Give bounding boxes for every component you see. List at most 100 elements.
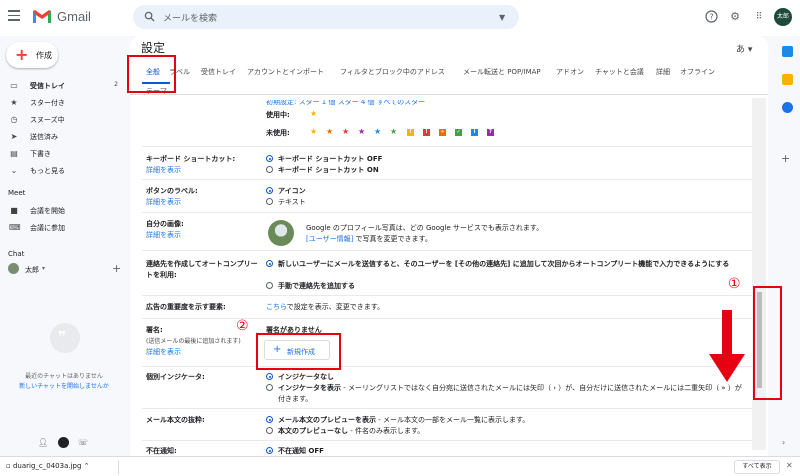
keyboard-shortcuts-label: キーボード ショートカット: [146, 155, 236, 163]
show-snippets-radio[interactable] [266, 416, 273, 423]
chat-heading: Chat [8, 250, 25, 258]
sidebar-item-start-meeting[interactable]: ■ 会議を開始 [0, 203, 128, 220]
learn-more-link[interactable]: 詳細を表示 [146, 347, 181, 357]
keyboard-on-radio[interactable] [266, 166, 273, 173]
vacation-off-radio[interactable] [266, 447, 273, 454]
main-menu-icon[interactable] [8, 10, 20, 22]
guillemet-icon[interactable]: » [439, 129, 446, 136]
sidebar-item-snoozed[interactable]: ◷ スヌーズ中 [0, 112, 128, 129]
show-indicators-radio[interactable] [266, 384, 273, 391]
learn-more-link[interactable]: 詳細を表示 [146, 230, 181, 240]
video-icon: ■ [10, 206, 18, 215]
avatar[interactable]: 太郎 [774, 8, 792, 26]
tab-inbox[interactable]: 受信トレイ [201, 67, 236, 77]
calendar-icon[interactable] [782, 46, 793, 57]
no-indicators-label: インジケータなし [278, 373, 334, 381]
annotation-two: ② [236, 318, 249, 334]
sidebar-item-drafts[interactable]: ▤ 下書き [0, 146, 128, 163]
tasks-icon[interactable] [782, 102, 793, 113]
keyboard-off-radio[interactable] [266, 155, 273, 162]
tab-offline[interactable]: オフライン [680, 67, 715, 77]
importance-settings-link[interactable]: こちら [266, 303, 287, 311]
text-label: テキスト [278, 198, 306, 206]
sidebar-item-starred[interactable]: ★ スター付き [0, 95, 128, 112]
my-picture-label: 自分の画像: [146, 220, 184, 228]
search-input[interactable]: メールを検索 [163, 11, 217, 24]
snippets-label: メール本文の抜粋: [146, 416, 205, 424]
star-icon[interactable]: ★ [342, 127, 349, 136]
inbox-icon: ▭ [10, 81, 18, 90]
star-icon[interactable]: ★ [374, 127, 381, 136]
importance-note: で設定を表示、変更できます。 [286, 303, 385, 311]
no-indicators-radio[interactable] [266, 373, 273, 380]
profile-change-note: で写真を変更できます。 [353, 235, 432, 243]
no-snippets-desc: - 件名のみ表示します。 [348, 427, 425, 435]
show-all-downloads-button[interactable]: すべて表示 [734, 460, 780, 474]
compose-button[interactable]: + 作成 [6, 42, 58, 68]
about-me-link[interactable]: [ユーザー情報] [306, 235, 353, 243]
search-bar[interactable]: メールを検索 ▼ [133, 5, 519, 29]
phone-icon[interactable]: ☏ [78, 438, 88, 447]
learn-more-link[interactable]: 詳細を表示 [146, 165, 181, 175]
chat-bubble-icon[interactable] [58, 437, 69, 448]
tab-chat-meet[interactable]: チャットと会議 [595, 67, 644, 77]
bang-icon[interactable]: ! [423, 129, 430, 136]
search-options-icon[interactable]: ▼ [499, 13, 505, 22]
downloaded-file[interactable]: ▫ duarig_c_0403a.jpg ⌃ [6, 462, 90, 470]
divider [142, 179, 752, 180]
tab-addons[interactable]: アドオン [556, 67, 584, 77]
divider [142, 440, 752, 441]
input-tools-button[interactable]: あ ▾ [736, 42, 752, 55]
close-icon[interactable]: ✕ [786, 461, 793, 470]
keyboard-on-label: キーボード ショートカット ON [278, 166, 379, 174]
personal-indicators-label: 個別インジケータ: [146, 373, 205, 381]
star-icon[interactable]: ★ [310, 127, 317, 136]
bang-icon[interactable]: ! [407, 129, 414, 136]
start-new-chat-link[interactable]: 新しいチャットを開始しませんか [0, 381, 128, 390]
search-icon[interactable] [144, 11, 155, 22]
sidebar-item-inbox[interactable]: ▭ 受信トレイ 2 [0, 78, 128, 95]
keep-icon[interactable] [782, 74, 793, 85]
info-icon[interactable]: i [471, 129, 478, 136]
star-icon[interactable]: ★ [390, 127, 397, 136]
star-icon[interactable]: ★ [358, 127, 365, 136]
person-icon[interactable]: 👤︎ [38, 438, 48, 447]
profile-picture[interactable] [268, 220, 294, 246]
button-labels-label: ボタンのラベル: [146, 187, 198, 195]
add-addon-plus-icon[interactable]: + [781, 152, 790, 165]
divider [142, 318, 752, 319]
no-snippets-title: 本文のプレビューなし [278, 427, 348, 435]
text-radio[interactable] [266, 198, 273, 205]
learn-more-link[interactable]: 詳細を表示 [146, 197, 181, 207]
star-icon[interactable]: ★ [326, 127, 333, 136]
tab-filters[interactable]: フィルタとブロック中のアドレス [340, 67, 445, 77]
sidebar-item-sent[interactable]: ➤ 送信済み [0, 129, 128, 146]
autocomplete-auto-radio[interactable] [266, 260, 273, 267]
apps-grid-icon[interactable]: ⠿ [752, 10, 766, 24]
chat-avatar [8, 263, 19, 274]
chevron-right-icon[interactable]: › [782, 438, 785, 447]
sidebar-item-label: 受信トレイ [30, 82, 65, 90]
tab-advanced[interactable]: 詳細 [656, 67, 670, 77]
gear-icon[interactable]: ⚙ [728, 10, 742, 24]
check-icon[interactable]: ✓ [455, 129, 462, 136]
question-icon[interactable]: ? [487, 129, 494, 136]
downloaded-file-name: duarig_c_0403a.jpg [12, 462, 82, 470]
sidebar-item-join-meeting[interactable]: ⌨ 会議に参加 [0, 220, 128, 237]
autocomplete-manual-radio[interactable] [266, 282, 273, 289]
tab-forwarding[interactable]: メール転送と POP/IMAP [463, 67, 541, 77]
chevron-down-icon[interactable]: ▾ [42, 265, 45, 272]
help-icon[interactable]: ? [704, 10, 718, 24]
stars-presets[interactable]: 初期設定: スター 1 個 スター 4 個 すべてのスター [266, 100, 425, 107]
no-snippets-radio[interactable] [266, 427, 273, 434]
gmail-logo-icon[interactable] [32, 9, 52, 24]
icons-radio[interactable] [266, 187, 273, 194]
chat-user-name[interactable]: 太郎 [25, 265, 39, 275]
divider [142, 250, 752, 251]
keyboard-icon: ⌨ [9, 223, 21, 232]
sidebar-item-more[interactable]: ⌄ もっと見る [0, 163, 128, 180]
tab-accounts[interactable]: アカウントとインポート [247, 67, 324, 77]
yellow-star-icon[interactable]: ★ [310, 109, 317, 118]
compose-label: 作成 [36, 51, 52, 60]
new-chat-plus-icon[interactable]: + [112, 262, 121, 275]
